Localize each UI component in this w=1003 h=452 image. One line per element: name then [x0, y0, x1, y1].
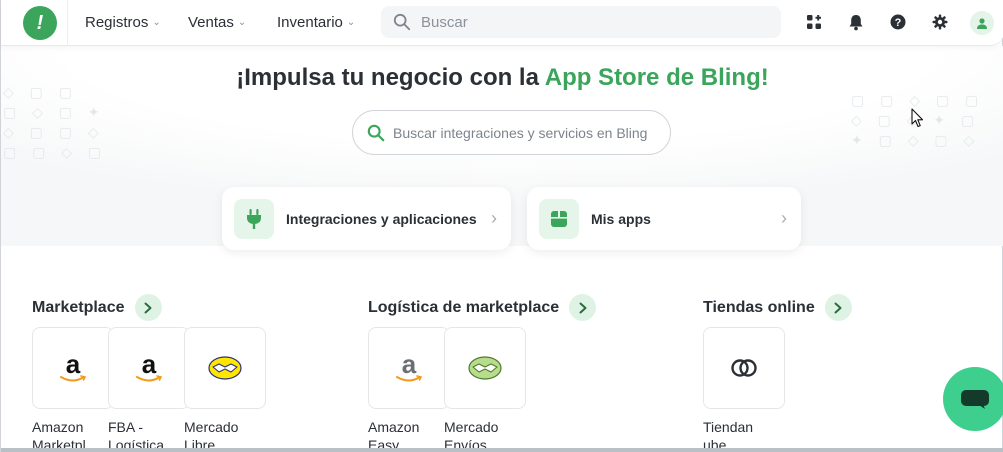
- app-tile-amazon-marketplace[interactable]: a: [32, 327, 114, 409]
- gear-icon[interactable]: [930, 12, 950, 32]
- plug-icon: [234, 198, 274, 239]
- decorative-pattern-left: ◇ ▢ ▢ ▢ ◇ ▢ ✦ ◇ ▢ ▢ ◇ ▢ ▢ ◇ ▢: [3, 84, 108, 160]
- amazon-logo-icon: a: [395, 351, 423, 383]
- section-online-stores-title: Tiendas online: [703, 294, 852, 321]
- section-logistics-arrow[interactable]: [569, 294, 597, 321]
- app-tile-fba[interactable]: a: [108, 327, 190, 409]
- hero-title-suffix: !: [760, 64, 769, 91]
- nav-registros-label: Registros: [85, 14, 149, 31]
- chevron-down-icon: ⌄: [152, 17, 161, 28]
- nav-inventario-label: Inventario: [277, 14, 343, 31]
- nav-ventas-label: Ventas: [188, 14, 234, 31]
- app-name-mercado-libre: Mercado Libre: [184, 419, 239, 452]
- category-my-apps-label: Mis apps: [591, 210, 651, 227]
- chat-button[interactable]: [943, 367, 1003, 431]
- section-logistics-title: Logística de marketplace: [368, 294, 597, 321]
- mercadolibre-logo-icon: [208, 356, 242, 380]
- chevron-right-icon: ›: [491, 208, 497, 228]
- nav-registros[interactable]: Registros ⌄: [85, 14, 161, 31]
- search-icon: [393, 13, 411, 31]
- section-logistics-label: Logística de marketplace: [368, 298, 560, 316]
- app-store-search: [352, 110, 671, 155]
- category-integrations-label: Integraciones y aplicaciones: [286, 210, 477, 227]
- nav-ventas[interactable]: Ventas ⌄: [188, 14, 246, 31]
- app-tile-amazon-easy[interactable]: a: [368, 327, 450, 409]
- bell-icon[interactable]: [846, 12, 866, 32]
- app-name-tiendanube: Tiendan ube: [703, 419, 754, 452]
- logo-divider: [67, 0, 68, 46]
- bling-logo[interactable]: !: [23, 6, 57, 40]
- chevron-right-icon: [834, 302, 842, 313]
- amazon-logo-icon: a: [59, 351, 87, 383]
- chevron-right-icon: [579, 302, 587, 313]
- section-online-stores-label: Tiendas online: [703, 298, 815, 316]
- app-name-amazon-marketplace: Amazon Marketpl: [32, 419, 86, 452]
- tiendanube-logo-icon: [731, 359, 757, 377]
- search-icon: [367, 124, 385, 141]
- box-icon: [539, 198, 579, 239]
- user-avatar[interactable]: [970, 11, 994, 35]
- hero-title-highlight: App Store de Bling: [544, 64, 761, 91]
- section-marketplace-label: Marketplace: [32, 298, 125, 316]
- top-navigation: ! Registros ⌄ Ventas ⌄ Inventario ⌄ Busc…: [1, 0, 1003, 46]
- chevron-right-icon: [144, 302, 152, 313]
- global-search: [381, 6, 781, 38]
- svg-text:?: ?: [895, 17, 902, 29]
- amazon-logo-icon: a: [135, 351, 163, 383]
- help-icon[interactable]: ?: [888, 12, 908, 32]
- app-name-mercado-envios: Mercado Envíos: [444, 419, 499, 452]
- global-search-input[interactable]: [421, 13, 761, 31]
- app-tile-mercado-envios[interactable]: [444, 327, 526, 409]
- chevron-down-icon: ⌄: [237, 17, 247, 28]
- mercadoenvios-logo-icon: [468, 356, 502, 380]
- section-marketplace-arrow[interactable]: [134, 294, 162, 321]
- mouse-cursor-icon: [911, 108, 924, 128]
- app-name-fba: FBA - Logística: [108, 419, 165, 452]
- chevron-right-icon: ›: [781, 208, 787, 228]
- nav-inventario[interactable]: Inventario ⌄: [277, 14, 355, 31]
- chevron-down-icon: ⌄: [346, 17, 356, 28]
- horizontal-scrollbar[interactable]: [1, 448, 1003, 452]
- app-store-search-input[interactable]: [393, 124, 663, 141]
- category-my-apps[interactable]: Mis apps ›: [527, 187, 801, 250]
- hero-title: ¡Impulsa tu negocio con la App Store de …: [1, 64, 1003, 92]
- app-tile-tiendanube[interactable]: [703, 327, 785, 409]
- section-marketplace-title: Marketplace: [32, 294, 162, 321]
- section-online-stores-arrow[interactable]: [824, 294, 852, 321]
- apps-grid-icon[interactable]: [804, 12, 824, 32]
- app-tile-mercado-libre[interactable]: [184, 327, 266, 409]
- app-name-amazon-easy: Amazon Easy: [368, 419, 420, 452]
- chat-icon: [961, 390, 989, 409]
- category-integrations[interactable]: Integraciones y aplicaciones ›: [222, 187, 511, 250]
- hero-title-prefix: ¡Impulsa tu negocio con la: [236, 64, 545, 91]
